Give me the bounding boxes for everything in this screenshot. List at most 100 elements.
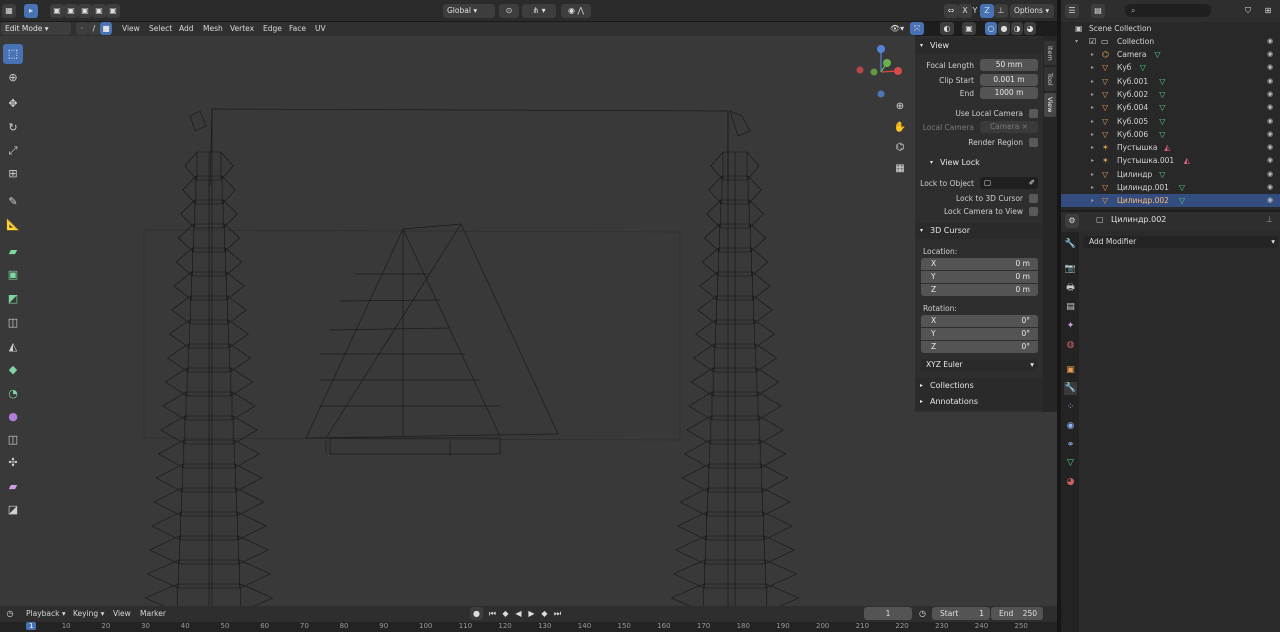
timeline-ruler[interactable]: 1 10 20 30 40 50 60 70 80 90 100 110 120 130 140 150 160… [0,622,1057,632]
collection-visibility-icon[interactable]: ◉ [1267,35,1273,48]
menu-add[interactable]: Add [179,23,194,35]
rotate-tool-icon[interactable]: ↻ [3,118,23,138]
tool-settings-icon[interactable]: 🔧 [1064,238,1077,251]
object-data-icon[interactable]: ▽ [1159,115,1165,128]
tab-item[interactable]: Item [1044,41,1056,65]
outliner-item[interactable]: ▸ ▽ Куб ▽ ◉ [1061,61,1280,74]
material-icon[interactable]: ◕ [1064,476,1077,489]
expand-icon[interactable]: ▸ [1091,154,1094,167]
menu-view[interactable]: View [122,23,140,35]
visibility-eye-icon[interactable]: ◉ [1267,168,1273,181]
object-data-icon[interactable]: ▽ [1154,48,1160,61]
expand-icon[interactable]: ▸ [1091,194,1094,207]
menu-keying[interactable]: Keying ▾ [73,608,104,620]
clip-start-field[interactable]: 0.001 m [980,74,1038,86]
vertex-select-icon[interactable]: · [76,22,88,35]
measure-tool-icon[interactable]: 📐 [3,215,23,235]
transform-tool-icon[interactable]: ⊞ [3,164,23,184]
shading-solid-icon[interactable]: ● [998,22,1010,35]
prev-keyframe-icon[interactable]: ◆ [499,607,512,620]
mode-dropdown[interactable]: Edit Mode ▾ [1,22,71,35]
location-z-field[interactable]: Z 0 m [921,284,1038,296]
constraints-icon[interactable]: ⚭ [1064,439,1077,452]
spin-tool-icon[interactable]: ◔ [3,384,23,404]
expand-icon[interactable]: ▸ [1091,141,1094,154]
menu-uv[interactable]: UV [315,23,326,35]
shear-tool-icon[interactable]: ▰ [3,477,23,497]
playhead-frame-indicator[interactable]: 1 [26,622,37,630]
lock-to-3d-cursor-checkbox[interactable] [1029,194,1038,203]
current-frame-field[interactable]: 1 [864,607,912,620]
object-data-icon[interactable]: ▽ [1179,194,1185,207]
expand-icon[interactable]: ▸ [1091,48,1094,61]
visibility-eye-icon[interactable]: ◉ [1267,181,1273,194]
expand-icon[interactable]: ▸ [1091,181,1094,194]
loop-cut-tool-icon[interactable]: ◫ [3,313,23,333]
proportional-edit-icon[interactable]: ◉ ⋀ [561,4,591,18]
visibility-eye-icon[interactable]: ◉ [1267,194,1273,207]
visibility-eye-icon[interactable]: ◉ [1267,141,1273,154]
object-data-icon[interactable]: ▽ [1159,168,1165,181]
jump-end-icon[interactable]: ⏭ [551,607,564,620]
outliner-item[interactable]: ▸ ▽ Цилиндр ▽ ◉ [1061,168,1280,181]
mode-extend-icon[interactable]: ▣ [64,4,78,18]
outliner-search-input[interactable]: ⌕ [1125,4,1211,17]
pan-hand-icon[interactable]: ✋ [893,121,907,135]
view-lock-header[interactable]: ▾ View Lock [915,155,1043,171]
menu-mesh[interactable]: Mesh [203,23,223,35]
end-frame-field[interactable]: End 250 [991,607,1043,620]
properties-editor-icon[interactable]: ⚙ [1065,214,1079,228]
edge-select-icon[interactable]: / [88,22,100,35]
new-collection-icon[interactable]: ⊞ [1261,4,1275,18]
scene-icon[interactable]: ✦ [1064,320,1077,333]
rotation-x-field[interactable]: X 0° [921,315,1038,327]
knife-tool-icon[interactable]: ◭ [3,337,23,357]
xray-icon[interactable]: ▣ [962,22,976,35]
local-camera-field[interactable]: Camera × [980,121,1038,133]
outliner-item[interactable]: ▸ ▽ Куб.006 ▽ ◉ [1061,128,1280,141]
transform-orientation-dropdown[interactable]: Global ▾ [443,4,495,18]
menu-vertex[interactable]: Vertex [230,23,254,35]
record-icon[interactable]: ● [470,607,483,620]
menu-select[interactable]: Select [149,23,172,35]
3d-viewport[interactable]: ⊕ ✋ ⌬ ▦ [0,36,1057,606]
object-data-icon[interactable]: ▽ [1140,61,1146,74]
navigation-gizmo[interactable] [856,42,906,102]
clip-end-field[interactable]: 1000 m [980,87,1038,99]
expand-icon[interactable]: ▸ [1091,168,1094,181]
poly-build-tool-icon[interactable]: ◆ [3,360,23,380]
world-icon[interactable]: ◍ [1064,339,1077,352]
gizmo-toggle-icon[interactable]: ⤧ [910,22,924,35]
menu-playback[interactable]: Playback ▾ [26,608,66,620]
face-select-icon[interactable]: ■ [100,22,112,35]
editor-type-icon[interactable]: ▦ [2,4,16,18]
view-layer-icon[interactable]: ▤ [1064,301,1077,314]
expand-icon[interactable]: ▸ [1091,115,1094,128]
pin-icon[interactable]: ⊥ [994,4,1008,18]
expand-icon[interactable]: ▸ [1091,75,1094,88]
scene-collection-row[interactable]: ▣ Scene Collection [1061,22,1280,35]
visibility-eye-icon[interactable]: ◉ [1267,128,1273,141]
annotate-tool-icon[interactable]: ✎ [3,192,23,212]
outliner-item[interactable]: ▸ ▽ Цилиндр.002 ▽ ◉ [1061,194,1280,208]
mode-subtract-icon[interactable]: ▣ [78,4,92,18]
smooth-tool-icon[interactable]: ● [3,407,23,427]
outliner-editor-icon[interactable]: ☰ [1065,4,1079,18]
visibility-eye-icon[interactable]: ◉ [1267,154,1273,167]
object-data-icon[interactable]: ▽ [1159,88,1165,101]
collection-expand-icon[interactable]: ▾ [1075,35,1078,48]
outliner-item[interactable]: ▸ ▽ Куб.001 ▽ ◉ [1061,75,1280,88]
play-icon[interactable]: ▶ [525,607,538,620]
expand-icon[interactable]: ▸ [1091,101,1094,114]
timer-icon[interactable]: ◷ [916,607,929,620]
zoom-icon[interactable]: ⊕ [893,100,907,114]
object-data-icon[interactable]: ▽ [1179,181,1185,194]
object-icon[interactable]: ▣ [1064,364,1077,377]
extrude-tool-icon[interactable]: ▰ [3,242,23,262]
expand-icon[interactable]: ▸ [1091,61,1094,74]
outliner-item[interactable]: ▸ ⌬ Camera ▽ ◉ [1061,48,1280,61]
visibility-eye-icon[interactable]: ◉ [1267,61,1273,74]
add-modifier-dropdown[interactable]: Add Modifier ▾ [1083,236,1278,248]
expand-icon[interactable]: ▸ [1091,128,1094,141]
rotation-z-field[interactable]: Z 0° [921,341,1038,353]
